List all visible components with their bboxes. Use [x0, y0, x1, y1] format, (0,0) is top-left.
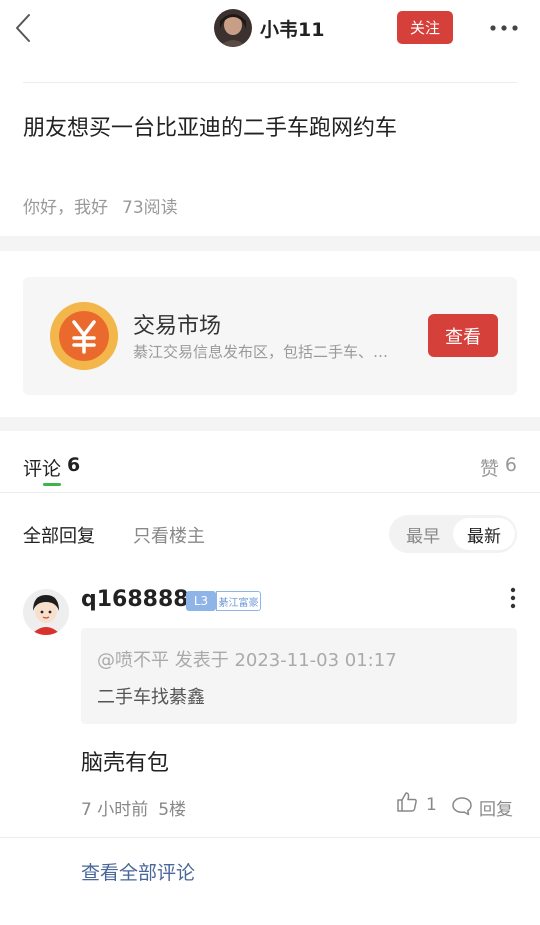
likes-label: 赞 — [479, 458, 499, 480]
active-tab-indicator — [43, 483, 61, 486]
view-all-comments-link[interactable]: 查看全部评论 — [81, 858, 195, 885]
sort-earliest[interactable]: 最早 — [393, 519, 453, 549]
thumbs-up-icon[interactable] — [396, 791, 418, 813]
author-name[interactable]: 小韦11 — [260, 15, 324, 42]
commenter-username[interactable]: q168888 — [81, 587, 189, 612]
author-info[interactable]: 小韦11 — [214, 9, 324, 47]
yuan-coin-icon — [50, 302, 118, 370]
quote-text: 二手车找綦鑫 — [97, 687, 205, 708]
title-badge: 綦江富豪 — [216, 591, 261, 611]
post-title: 朋友想买一台比亚迪的二手车跑网约车 — [23, 116, 398, 141]
level-badge: L3 — [186, 591, 216, 611]
sort-latest[interactable]: 最新 — [453, 518, 515, 550]
quote-author: @喷不平 发表于 2023-11-03 01:17 — [97, 650, 397, 671]
sort-toggle: 最早 最新 — [389, 515, 517, 553]
quoted-reply[interactable]: @喷不平 发表于 2023-11-03 01:17 二手车找綦鑫 — [81, 628, 517, 724]
market-description: 綦江交易信息发布区，包括二手车、二手房等 — [133, 343, 401, 361]
tab-likes[interactable]: 赞 6 — [480, 454, 517, 481]
post-greeting: 你好，我好 — [23, 198, 108, 218]
more-vertical-icon[interactable] — [505, 586, 521, 610]
author-avatar[interactable] — [214, 9, 252, 47]
reply-button[interactable]: 回复 — [479, 795, 513, 820]
divider — [23, 82, 517, 83]
divider — [0, 837, 540, 838]
comments-count: 6 — [67, 454, 81, 476]
post-meta: 你好，我好 73阅读 — [23, 193, 178, 218]
tab-comments[interactable]: 评论 6 — [23, 454, 80, 481]
section-separator — [0, 236, 540, 251]
like-count[interactable]: 1 — [426, 795, 437, 815]
filter-all-replies[interactable]: 全部回复 — [23, 522, 95, 548]
comment-floor: 5楼 — [158, 800, 187, 820]
comment-body: 脑壳有包 — [81, 751, 170, 776]
likes-count: 6 — [504, 454, 517, 476]
section-separator — [0, 417, 540, 431]
comment-meta: 7 小时前 5楼 — [81, 795, 186, 820]
market-card[interactable]: 交易市场 綦江交易信息发布区，包括二手车、二手房等 查看 — [23, 277, 517, 395]
chevron-left-icon[interactable] — [12, 12, 36, 44]
view-market-button[interactable]: 查看 — [428, 314, 498, 357]
top-bar: 小韦11 关注 — [0, 0, 540, 56]
comments-label: 评论 — [23, 458, 62, 480]
commenter-avatar[interactable] — [23, 589, 69, 635]
market-title: 交易市场 — [133, 314, 222, 339]
filter-op-only[interactable]: 只看楼主 — [133, 522, 205, 548]
divider — [0, 492, 540, 493]
more-horizontal-icon[interactable] — [488, 18, 520, 38]
follow-button[interactable]: 关注 — [397, 11, 453, 44]
comment-bubble-icon[interactable] — [451, 796, 473, 816]
read-count: 73阅读 — [122, 198, 178, 218]
comment-time: 7 小时前 — [81, 800, 149, 820]
